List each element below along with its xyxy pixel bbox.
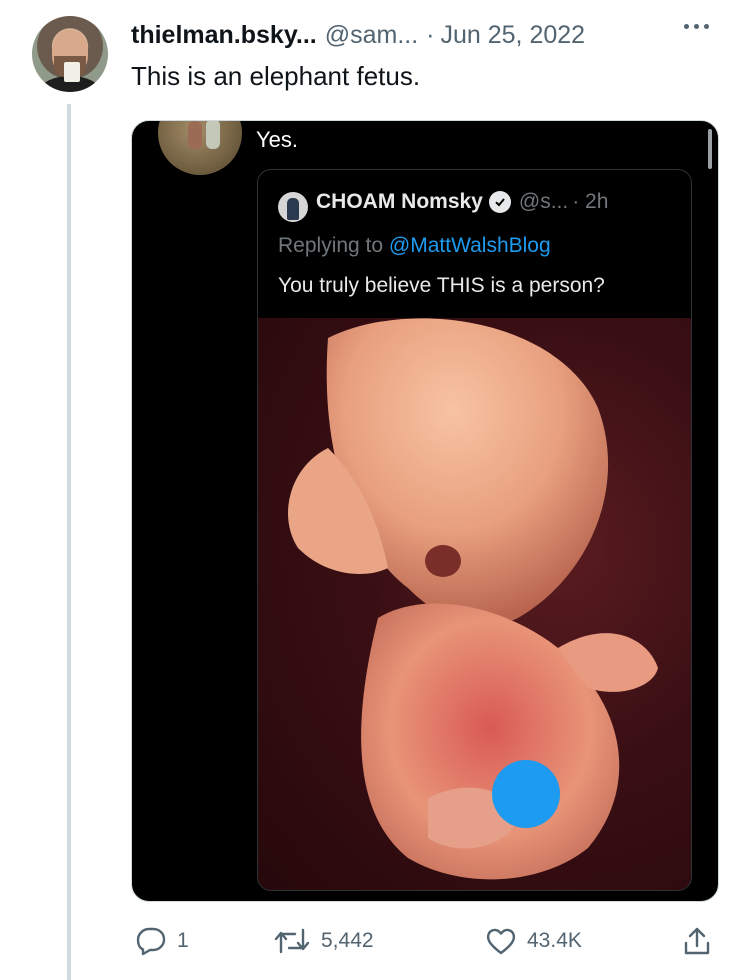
quoted-avatar — [278, 192, 308, 222]
retweet-icon — [274, 928, 310, 954]
tweet-date[interactable]: Jun 25, 2022 — [441, 21, 586, 50]
retweet-button[interactable]: 5,442 — [273, 926, 374, 956]
share-button[interactable] — [683, 926, 711, 956]
reply-count: 1 — [177, 929, 189, 952]
tweet-text: This is an elephant fetus. — [131, 61, 421, 91]
reply-text: Yes. — [256, 127, 299, 152]
reply-button[interactable]: 1 — [135, 926, 189, 956]
tweet-actions: 1 5,442 43.4K — [131, 918, 721, 966]
reply-icon — [136, 927, 166, 956]
more-icon[interactable] — [684, 24, 709, 29]
like-count: 43.4K — [527, 929, 582, 952]
quoted-header: CHOAM Nomsky @s... · 2h — [316, 190, 608, 214]
replying-to: Replying to @MattWalshBlog — [278, 234, 551, 258]
thread-line — [67, 104, 71, 980]
tweet-header: thielman.bsky... @sam... · Jun 25, 2022 — [131, 18, 585, 52]
quoted-tweet: CHOAM Nomsky @s... · 2h Replying to @Mat… — [257, 169, 692, 891]
fetus-photo — [258, 318, 691, 890]
share-icon — [684, 927, 710, 955]
quoted-display-name: CHOAM Nomsky — [316, 190, 483, 213]
retweet-count: 5,442 — [321, 929, 374, 952]
quoted-text: You truly believe THIS is a person? — [278, 274, 605, 297]
display-name[interactable]: thielman.bsky... — [131, 21, 317, 50]
replying-mention: @MattWalshBlog — [388, 234, 551, 257]
quoted-time: · 2h — [572, 190, 609, 213]
replying-label: Replying to — [278, 234, 384, 257]
avatar[interactable] — [32, 16, 108, 92]
verified-icon — [488, 191, 511, 213]
separator: · — [426, 20, 435, 49]
like-icon — [486, 928, 516, 955]
user-handle[interactable]: @sam... — [325, 21, 418, 50]
like-button[interactable]: 43.4K — [485, 926, 582, 956]
quoted-handle: @s... — [518, 190, 569, 213]
scrollbar — [708, 129, 712, 169]
reply-avatar — [158, 121, 242, 175]
tweet-media[interactable]: Yes. CHOAM Nomsky @s... · 2h Replying to… — [131, 120, 719, 902]
floating-action-button[interactable] — [492, 760, 560, 828]
